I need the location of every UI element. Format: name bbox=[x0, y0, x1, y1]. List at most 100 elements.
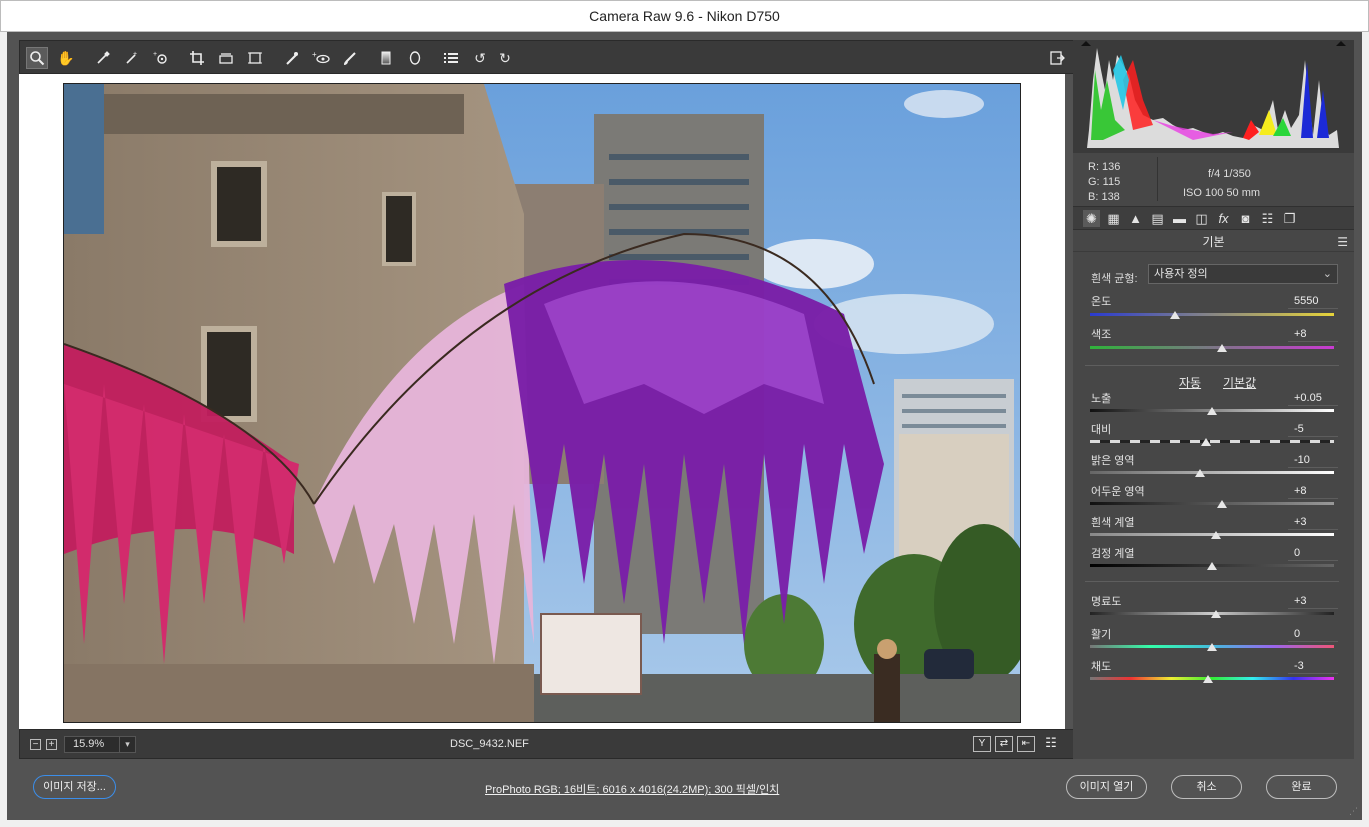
hand-tool-icon[interactable]: ✋ bbox=[55, 47, 77, 69]
white-balance-select[interactable]: 사용자 정의 ⌄ bbox=[1148, 264, 1338, 284]
tint-label: 색조 bbox=[1091, 329, 1112, 341]
temperature-label: 온도 bbox=[1091, 296, 1112, 308]
iso-focal: ISO 100 50 mm bbox=[1183, 187, 1261, 199]
shadows-track[interactable] bbox=[1090, 502, 1334, 505]
contrast-slider-thumb[interactable] bbox=[1200, 438, 1211, 446]
zoom-tool-icon[interactable] bbox=[26, 47, 48, 69]
blacks-slider-thumb[interactable] bbox=[1207, 562, 1217, 570]
default-link[interactable]: 기본값 bbox=[1223, 374, 1256, 391]
temperature-value[interactable]: 5550 bbox=[1288, 293, 1338, 309]
highlights-slider-thumb[interactable] bbox=[1194, 469, 1205, 477]
rgb-exif-readout: R: 136 G: 115 B: 138 f/4 1/350 ISO 100 5… bbox=[1073, 152, 1354, 206]
temperature-track[interactable] bbox=[1090, 313, 1334, 316]
snapshots-tab-icon[interactable]: ❐ bbox=[1281, 210, 1298, 227]
crop-tool-icon[interactable] bbox=[186, 47, 208, 69]
whites-slider-thumb[interactable] bbox=[1210, 531, 1221, 539]
exposure-slider-thumb[interactable] bbox=[1207, 407, 1217, 415]
targeted-adjustment-tool-icon[interactable]: + bbox=[150, 47, 172, 69]
workflow-options-link[interactable]: ProPhoto RGB; 16비트; 6016 x 4016(24.2MP);… bbox=[485, 781, 779, 797]
spot-removal-tool-icon[interactable] bbox=[281, 47, 303, 69]
hsl-tab-icon[interactable]: ▤ bbox=[1149, 210, 1166, 227]
shadows-slider-thumb[interactable] bbox=[1216, 500, 1227, 508]
white-balance-tool-icon[interactable] bbox=[92, 47, 114, 69]
adjustment-brush-tool-icon[interactable] bbox=[339, 47, 361, 69]
camera-calibration-tab-icon[interactable]: ◙ bbox=[1237, 210, 1254, 227]
blacks-value[interactable]: 0 bbox=[1288, 545, 1338, 561]
photo-preview[interactable] bbox=[63, 83, 1021, 723]
temperature-slider-thumb[interactable] bbox=[1170, 311, 1181, 319]
fullscreen-toggle-icon[interactable] bbox=[1046, 47, 1068, 69]
highlights-value[interactable]: -10 bbox=[1288, 452, 1338, 468]
presets-tab-icon[interactable]: ☷ bbox=[1259, 210, 1276, 227]
detail-tab-icon[interactable]: ▲ bbox=[1127, 210, 1144, 227]
save-image-button[interactable]: 이미지 저장... bbox=[33, 775, 116, 799]
panel-menu-icon[interactable]: ☰ bbox=[1337, 235, 1348, 249]
basic-tab-icon[interactable]: ✺ bbox=[1083, 210, 1100, 227]
resize-grip-icon[interactable]: ⋰ bbox=[1349, 806, 1358, 817]
done-button[interactable]: 완료 bbox=[1266, 775, 1337, 799]
open-image-button[interactable]: 이미지 열기 bbox=[1066, 775, 1147, 799]
zoom-in-button[interactable]: + bbox=[46, 739, 57, 750]
toggle-settings-icon[interactable]: ☷ bbox=[1042, 736, 1060, 752]
panel-tabs: ✺ ▦ ▲ ▤ ▬ ◫ fx ◙ ☷ ❐ bbox=[1073, 206, 1354, 230]
radial-filter-tool-icon[interactable] bbox=[404, 47, 426, 69]
white-balance-label: 흰색 균형: bbox=[1091, 273, 1138, 285]
clarity-slider-thumb[interactable] bbox=[1210, 610, 1221, 618]
svg-text:+: + bbox=[133, 51, 137, 58]
exposure-value[interactable]: +0.05 bbox=[1288, 390, 1338, 406]
shadows-label: 어두운 영역 bbox=[1091, 486, 1145, 498]
auto-link[interactable]: 자동 bbox=[1179, 374, 1201, 391]
blue-value: B: 138 bbox=[1088, 191, 1120, 203]
photo-illustration bbox=[64, 84, 1020, 722]
saturation-label: 채도 bbox=[1091, 661, 1112, 673]
transform-tool-icon[interactable] bbox=[244, 47, 266, 69]
vibrance-slider-thumb[interactable] bbox=[1207, 643, 1217, 651]
svg-text:+: + bbox=[153, 51, 157, 58]
straighten-tool-icon[interactable] bbox=[215, 47, 237, 69]
red-eye-tool-icon[interactable]: + bbox=[310, 47, 332, 69]
lens-corrections-tab-icon[interactable]: ◫ bbox=[1193, 210, 1210, 227]
tint-slider-thumb[interactable] bbox=[1216, 344, 1227, 352]
zoom-out-button[interactable]: − bbox=[30, 739, 41, 750]
contrast-label: 대비 bbox=[1091, 424, 1112, 436]
tint-track[interactable] bbox=[1090, 346, 1334, 349]
zoom-level-value: 15.9% bbox=[73, 738, 105, 750]
bottom-bar: 이미지 저장... ProPhoto RGB; 16비트; 6016 x 401… bbox=[7, 759, 1362, 820]
highlights-label: 밝은 영역 bbox=[1091, 455, 1135, 467]
white-balance-value: 사용자 정의 bbox=[1154, 268, 1208, 280]
chevron-down-icon: ⌄ bbox=[1322, 268, 1332, 280]
shadows-value[interactable]: +8 bbox=[1288, 483, 1338, 499]
panel-title: 기본 bbox=[1073, 232, 1354, 252]
swap-settings-icon[interactable]: ⇄ bbox=[995, 736, 1013, 752]
saturation-value[interactable]: -3 bbox=[1288, 658, 1338, 674]
chevron-down-icon[interactable]: ▾ bbox=[119, 737, 135, 752]
whites-value[interactable]: +3 bbox=[1288, 514, 1338, 530]
vibrance-value[interactable]: 0 bbox=[1288, 626, 1338, 642]
contrast-value[interactable]: -5 bbox=[1288, 421, 1338, 437]
before-after-icon[interactable]: Y bbox=[973, 736, 991, 752]
copy-settings-icon[interactable]: ⇤ bbox=[1017, 736, 1035, 752]
highlights-track[interactable] bbox=[1090, 471, 1334, 474]
preferences-icon[interactable] bbox=[440, 47, 462, 69]
rotate-left-icon[interactable]: ↺ bbox=[469, 47, 491, 69]
vibrance-label: 활기 bbox=[1091, 629, 1112, 641]
svg-text:+: + bbox=[312, 50, 317, 59]
tint-value[interactable]: +8 bbox=[1288, 326, 1338, 342]
tone-curve-tab-icon[interactable]: ▦ bbox=[1105, 210, 1122, 227]
color-sampler-tool-icon[interactable]: + bbox=[121, 47, 143, 69]
preview-status-bar: − + 15.9% ▾ DSC_9432.NEF Y ⇄ ⇤ ☷ bbox=[19, 729, 1075, 759]
saturation-slider-thumb[interactable] bbox=[1203, 675, 1214, 683]
green-value: G: 115 bbox=[1088, 176, 1121, 188]
image-preview-area bbox=[19, 74, 1065, 729]
graduated-filter-tool-icon[interactable] bbox=[375, 47, 397, 69]
whites-label: 흰색 계열 bbox=[1091, 517, 1135, 529]
histogram bbox=[1073, 40, 1354, 152]
contrast-track[interactable] bbox=[1090, 440, 1334, 443]
clarity-label: 명료도 bbox=[1091, 596, 1122, 608]
cancel-button[interactable]: 취소 bbox=[1171, 775, 1242, 799]
rotate-right-icon[interactable]: ↻ bbox=[494, 47, 516, 69]
effects-tab-icon[interactable]: fx bbox=[1215, 210, 1232, 227]
split-toning-tab-icon[interactable]: ▬ bbox=[1171, 210, 1188, 227]
red-value: R: 136 bbox=[1088, 161, 1121, 173]
clarity-value[interactable]: +3 bbox=[1288, 593, 1338, 609]
